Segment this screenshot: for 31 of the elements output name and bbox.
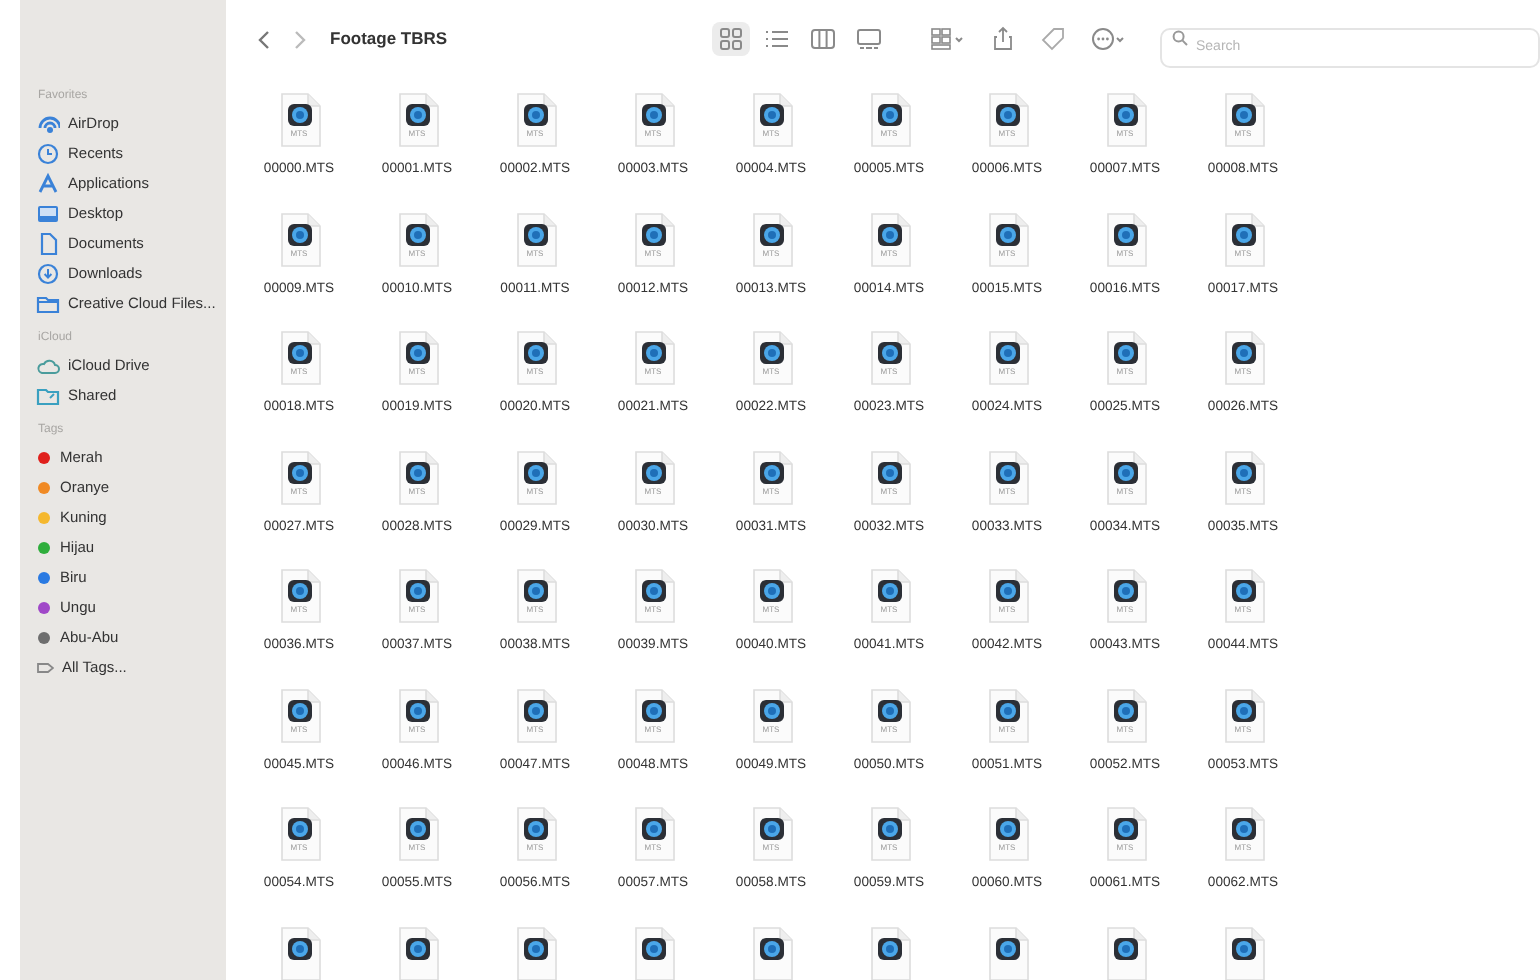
tag-icon [1040, 25, 1066, 51]
column-view-icon [810, 25, 836, 51]
mts-file-icon[interactable] [985, 925, 1029, 980]
mts-file-icon[interactable] [395, 925, 439, 980]
list-view-icon [764, 25, 790, 51]
mts-file-icon[interactable] [513, 925, 557, 980]
mts-file-icon[interactable] [1221, 925, 1265, 980]
window-title: Footage TBRS [330, 25, 448, 51]
mts-file-icon[interactable] [1103, 925, 1147, 980]
share-icon [990, 25, 1016, 51]
gallery-view-icon [856, 25, 882, 51]
chevron-right-icon [294, 30, 306, 51]
group-icon [930, 25, 966, 51]
icon-view-button[interactable] [712, 21, 750, 55]
clock-icon [36, 141, 60, 165]
folder-icon [36, 291, 60, 315]
tag-icon [36, 659, 54, 675]
applications-icon [36, 171, 60, 195]
desktop-icon [36, 201, 60, 225]
more-icon [1090, 25, 1126, 51]
icon-view-icon [718, 25, 744, 51]
chevron-left-icon [258, 30, 270, 51]
mts-file-icon[interactable] [749, 925, 793, 980]
document-icon [36, 231, 60, 255]
search-icon [1172, 30, 1188, 46]
download-icon [36, 261, 60, 285]
mts-file-icon[interactable] [867, 925, 911, 980]
mts-file-icon[interactable] [277, 925, 321, 980]
airdrop-icon [36, 111, 60, 135]
mts-file-icon[interactable] [631, 925, 675, 980]
shared-folder-icon [36, 383, 60, 407]
